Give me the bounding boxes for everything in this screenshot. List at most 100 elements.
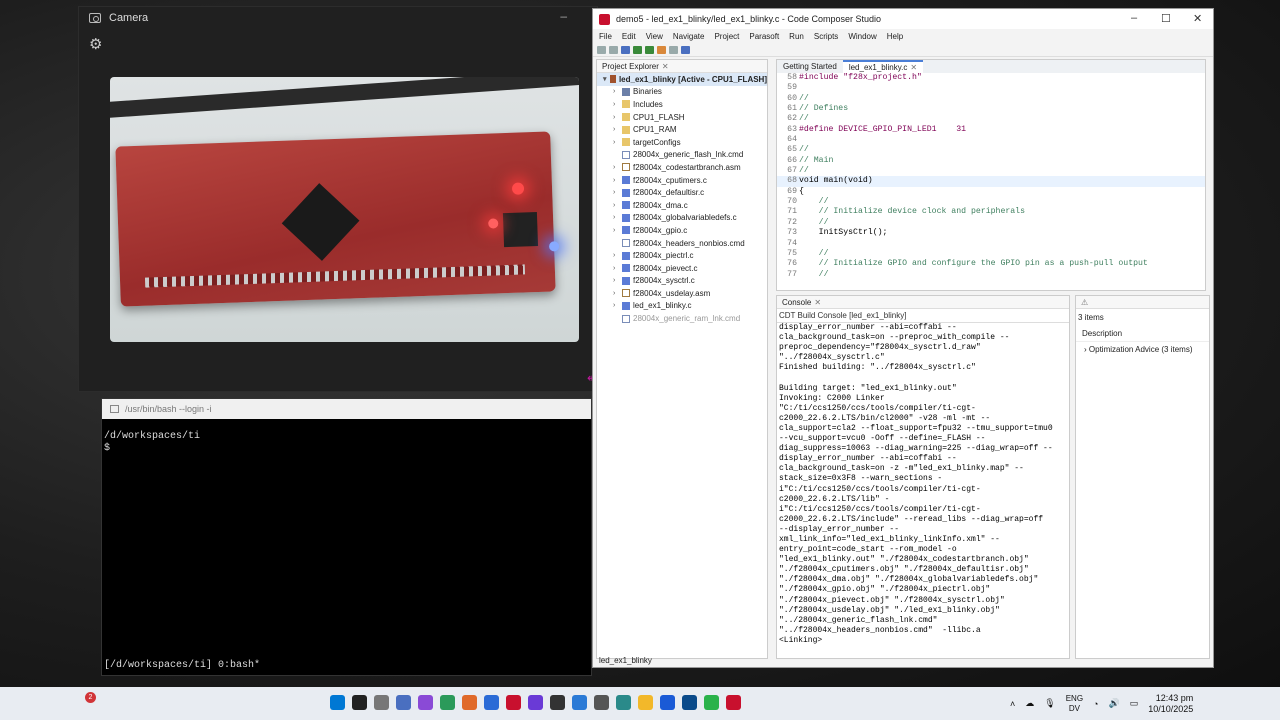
menu-navigate[interactable]: Navigate bbox=[673, 32, 705, 41]
minimize-icon[interactable]: – bbox=[1131, 12, 1137, 24]
tree-item[interactable]: › f28004x_codestartbranch.asm bbox=[597, 161, 767, 174]
tree-item[interactable]: 28004x_generic_ram_lnk.cmd bbox=[597, 312, 767, 325]
menu-scripts[interactable]: Scripts bbox=[814, 32, 838, 41]
code-line[interactable]: 74 bbox=[777, 239, 1205, 249]
tree-item[interactable]: › targetConfigs bbox=[597, 136, 767, 149]
close-icon[interactable]: ✕ bbox=[814, 298, 821, 307]
console-output[interactable]: display_error_number --abi=coffabi -- cl… bbox=[777, 323, 1069, 655]
chevron-right-icon[interactable]: › bbox=[613, 290, 619, 297]
code-line[interactable]: 73 InitSysCtrl(); bbox=[777, 228, 1205, 238]
tree-item[interactable]: › f28004x_usdelay.asm bbox=[597, 287, 767, 300]
chevron-right-icon[interactable]: › bbox=[613, 139, 619, 146]
code-line[interactable]: 70 // bbox=[777, 197, 1205, 207]
close-icon[interactable]: ✕ bbox=[1193, 12, 1202, 25]
code-line[interactable]: 64 bbox=[777, 135, 1205, 145]
code-line[interactable]: 67// bbox=[777, 166, 1205, 176]
chevron-right-icon[interactable]: › bbox=[613, 214, 619, 221]
tree-item[interactable]: 28004x_generic_flash_lnk.cmd bbox=[597, 149, 767, 162]
code-line[interactable]: 65// bbox=[777, 145, 1205, 155]
wifi-icon[interactable]: ◔ bbox=[1093, 699, 1098, 709]
menu-parasoft[interactable]: Parasoft bbox=[749, 32, 779, 41]
chevron-right-icon[interactable]: › bbox=[613, 164, 619, 171]
search-icon[interactable] bbox=[669, 45, 678, 54]
code-area[interactable]: 58 #include "f28x_project.h" 59 60//61// De… bbox=[777, 73, 1205, 280]
chevron-right-icon[interactable]: › bbox=[613, 189, 619, 196]
chevron-down-icon[interactable]: ▾ bbox=[603, 75, 607, 83]
debug-icon[interactable] bbox=[633, 45, 642, 54]
taskbar-app-icon[interactable] bbox=[638, 695, 653, 710]
close-icon[interactable]: ✕ bbox=[910, 63, 917, 72]
tree-item[interactable]: › f28004x_globalvariabledefs.c bbox=[597, 212, 767, 225]
cloud-icon[interactable]: ☁ bbox=[1025, 698, 1034, 709]
code-line[interactable]: 71 // Initialize device clock and periph… bbox=[777, 207, 1205, 217]
gear-icon[interactable]: ⚙ bbox=[89, 35, 102, 53]
code-line[interactable]: 61// Defines bbox=[777, 104, 1205, 114]
chevron-right-icon[interactable]: › bbox=[613, 101, 619, 108]
taskbar-app-icon[interactable] bbox=[352, 695, 367, 710]
advice-tabs[interactable]: ⚠ bbox=[1076, 296, 1209, 309]
menu-file[interactable]: File bbox=[599, 32, 612, 41]
tree-item[interactable]: › f28004x_cputimers.c bbox=[597, 174, 767, 187]
chevron-right-icon[interactable]: › bbox=[613, 227, 619, 234]
close-icon[interactable]: ✕ bbox=[662, 62, 669, 71]
taskbar-app-icon[interactable] bbox=[704, 695, 719, 710]
tree-item[interactable]: f28004x_headers_nonbios.cmd bbox=[597, 237, 767, 250]
menu-window[interactable]: Window bbox=[848, 32, 876, 41]
taskbar-app-icon[interactable] bbox=[374, 695, 389, 710]
camera-title-bar[interactable]: Camera bbox=[79, 7, 597, 29]
taskbar-app-icon[interactable] bbox=[330, 695, 345, 710]
code-line[interactable]: 58 #include "f28x_project.h" bbox=[777, 73, 1205, 83]
chevron-right-icon[interactable]: › bbox=[613, 277, 619, 284]
chevron-right-icon[interactable]: › bbox=[613, 126, 619, 133]
code-line[interactable]: 72 // bbox=[777, 218, 1205, 228]
code-line[interactable]: 60// bbox=[777, 94, 1205, 104]
chevron-right-icon[interactable]: › bbox=[613, 88, 619, 95]
code-line[interactable]: 66// Main bbox=[777, 156, 1205, 166]
terminal-title-bar[interactable]: /usr/bin/bash --login -i bbox=[102, 399, 591, 419]
tree-item[interactable]: › Includes bbox=[597, 98, 767, 111]
tab-console[interactable]: Console ✕ bbox=[777, 296, 1069, 309]
tree-item[interactable]: › f28004x_piectrl.c bbox=[597, 249, 767, 262]
tab-getting-started[interactable]: Getting Started bbox=[777, 60, 843, 73]
chevron-right-icon[interactable]: › bbox=[613, 202, 619, 209]
tree-item[interactable]: › f28004x_gpio.c bbox=[597, 224, 767, 237]
project-root[interactable]: ▾ led_ex1_blinky [Active - CPU1_FLASH] bbox=[597, 73, 767, 86]
tree-item[interactable]: › led_ex1_blinky.c bbox=[597, 300, 767, 313]
menu-project[interactable]: Project bbox=[714, 32, 739, 41]
taskbar-app-icon[interactable] bbox=[616, 695, 631, 710]
taskbar-app-icon[interactable] bbox=[594, 695, 609, 710]
tree-item[interactable]: › CPU1_FLASH bbox=[597, 111, 767, 124]
code-line[interactable]: 63 #define DEVICE_GPIO_PIN_LED1 31 bbox=[777, 125, 1205, 135]
tab-led-ex1-blinky-c[interactable]: led_ex1_blinky.c ✕ bbox=[842, 60, 924, 73]
taskbar-app-icon[interactable] bbox=[660, 695, 675, 710]
taskbar-app-icon[interactable] bbox=[506, 695, 521, 710]
code-line[interactable]: 59 bbox=[777, 83, 1205, 93]
code-line[interactable]: 76 // Initialize GPIO and configure the … bbox=[777, 259, 1205, 269]
taskbar-app-icon[interactable] bbox=[462, 695, 477, 710]
minimize-icon[interactable]: – bbox=[560, 9, 567, 23]
clock[interactable]: 12:43 pm 10/10/2025 bbox=[1148, 693, 1193, 715]
language-indicator[interactable]: ENG DV bbox=[1066, 694, 1083, 714]
terminal-window[interactable]: /usr/bin/bash --login -i /d/workspaces/t… bbox=[101, 398, 592, 676]
taskbar-app-icon[interactable] bbox=[528, 695, 543, 710]
tab-project-explorer[interactable]: Project Explorer ✕ bbox=[597, 60, 767, 73]
menu-help[interactable]: Help bbox=[887, 32, 903, 41]
optimization-advice-item[interactable]: › Optimization Advice (3 items) bbox=[1076, 342, 1209, 357]
battery-icon[interactable]: ▭ bbox=[1130, 698, 1139, 709]
tree-item[interactable]: › f28004x_sysctrl.c bbox=[597, 275, 767, 288]
save-icon[interactable] bbox=[609, 45, 618, 54]
taskbar-app-icon[interactable] bbox=[418, 695, 433, 710]
flash-icon[interactable] bbox=[657, 45, 666, 54]
ccs-title-bar[interactable]: demo5 - led_ex1_blinky/led_ex1_blinky.c … bbox=[593, 9, 1213, 29]
chevron-right-icon[interactable]: › bbox=[613, 252, 619, 259]
code-line[interactable]: 69{ bbox=[777, 187, 1205, 197]
code-line[interactable]: 68 void main(void) bbox=[777, 176, 1205, 187]
taskbar-app-icon[interactable] bbox=[550, 695, 565, 710]
perspective-icon[interactable] bbox=[681, 45, 690, 54]
run-icon[interactable] bbox=[645, 45, 654, 54]
taskbar-app-icon[interactable] bbox=[572, 695, 587, 710]
build-icon[interactable] bbox=[621, 45, 630, 54]
chevron-right-icon[interactable]: › bbox=[613, 114, 619, 121]
tree-item[interactable]: › f28004x_pievect.c bbox=[597, 262, 767, 275]
tree-item[interactable]: › CPU1_RAM bbox=[597, 123, 767, 136]
